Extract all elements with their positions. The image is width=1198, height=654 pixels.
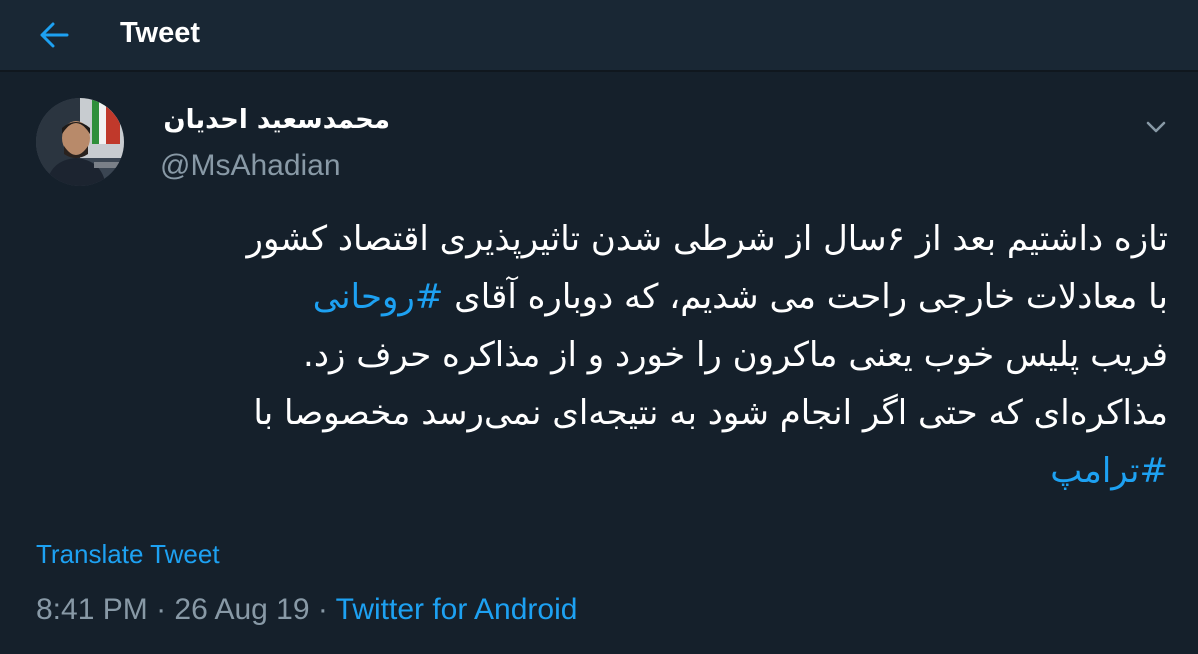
hashtag-link[interactable]: #ترامپ — [1050, 451, 1168, 491]
translate-tweet-link[interactable]: Translate Tweet — [36, 538, 220, 570]
tweet-screen: Tweet محمدسعید احدیان @MsAhadian تازه دا… — [0, 0, 1198, 654]
tweet-source-link[interactable]: Twitter for Android — [336, 593, 578, 626]
back-arrow-icon — [40, 22, 69, 48]
chevron-down-icon — [1146, 121, 1166, 133]
more-options-button[interactable] — [1140, 112, 1172, 142]
separator-dot: · — [147, 593, 175, 626]
tweet-line: با معادلات خارجی راحت می شدیم، که دوباره… — [28, 268, 1168, 326]
tweet-line: تازه داشتیم بعد از ۶سال از شرطی شدن تاثی… — [246, 219, 1168, 259]
tweet-metadata: 8:41 PM · 26 Aug 19 · Twitter for Androi… — [36, 592, 577, 628]
tweet-line: فریب پلیس خوب یعنی ماکرون را خورد و از م… — [303, 335, 1168, 375]
tweet-time: 8:41 PM — [36, 593, 148, 626]
hashtag-link[interactable]: #روحانی — [313, 277, 444, 317]
page-title: Tweet — [120, 17, 201, 49]
author-handle[interactable]: @MsAhadian — [160, 148, 341, 184]
tweet-line: #ترامپ — [28, 442, 1168, 500]
author-name[interactable]: محمدسعید احدیان — [158, 102, 390, 138]
avatar[interactable] — [36, 98, 124, 186]
tweet-date: 26 Aug 19 — [174, 593, 310, 626]
back-button[interactable] — [30, 13, 78, 57]
tweet-detail: محمدسعید احدیان @MsAhadian تازه داشتیم ب… — [0, 72, 1198, 654]
tweet-line: مذاکره‌ای که حتی اگر انجام شود به نتیجه‌… — [253, 393, 1168, 433]
tweet-line-text: با معادلات خارجی راحت می شدیم، که دوباره… — [443, 277, 1168, 317]
top-app-bar: Tweet — [0, 0, 1198, 72]
tweet-body: تازه داشتیم بعد از ۶سال از شرطی شدن تاثی… — [28, 210, 1168, 500]
separator-dot: · — [309, 593, 336, 626]
